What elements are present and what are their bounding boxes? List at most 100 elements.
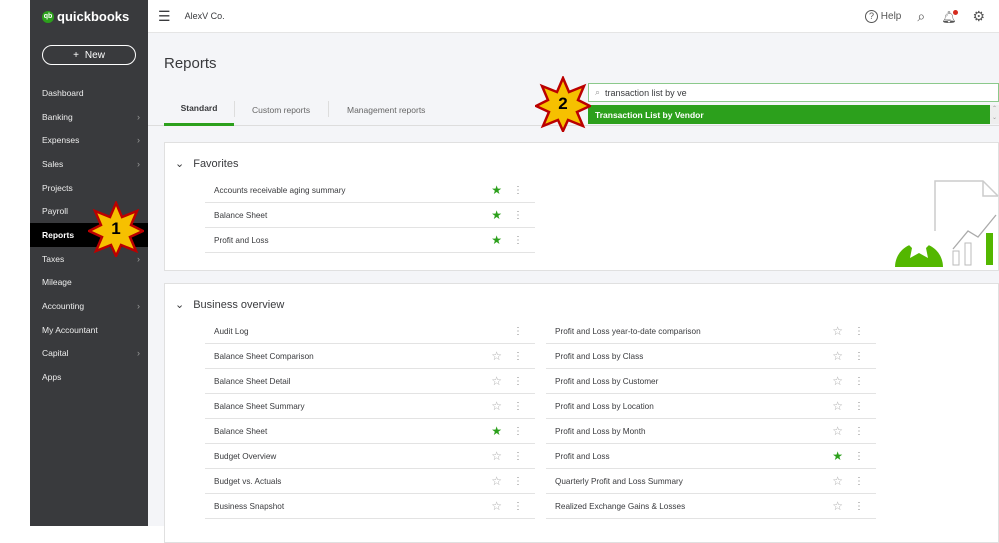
report-row[interactable]: Accounts receivable aging summary ★ ⋮ <box>205 178 535 203</box>
favorite-star-filled-icon[interactable]: ★ <box>832 449 843 463</box>
favorite-star-icon[interactable]: ☆ <box>832 499 843 513</box>
favorite-star-icon[interactable]: ☆ <box>491 449 502 463</box>
more-options-icon[interactable]: ⋮ <box>513 401 523 412</box>
more-options-icon[interactable]: ⋮ <box>513 351 523 362</box>
report-link[interactable]: Audit Log <box>214 327 249 336</box>
more-options-icon[interactable]: ⋮ <box>854 426 864 437</box>
report-link[interactable]: Balance Sheet Summary <box>214 402 305 411</box>
favorite-star-filled-icon[interactable]: ★ <box>491 208 502 222</box>
report-row[interactable]: Balance Sheet ★ ⋮ <box>205 203 535 228</box>
more-options-icon[interactable]: ⋮ <box>854 376 864 387</box>
search-icon[interactable]: ⌕ <box>917 8 925 25</box>
sidebar-item-accounting[interactable]: Accounting › <box>30 294 148 318</box>
report-link[interactable]: Quarterly Profit and Loss Summary <box>555 477 683 486</box>
favorite-star-icon[interactable]: ☆ <box>832 474 843 488</box>
report-link[interactable]: Profit and Loss by Month <box>555 427 646 436</box>
sidebar-item-projects[interactable]: Projects <box>30 176 148 200</box>
notification-bell-icon[interactable]: 🔔︎ <box>941 9 959 24</box>
report-link[interactable]: Budget vs. Actuals <box>214 477 281 486</box>
more-options-icon[interactable]: ⋮ <box>513 326 523 337</box>
favorite-star-icon[interactable]: ☆ <box>832 374 843 388</box>
report-link[interactable]: Profit and Loss year-to-date comparison <box>555 327 701 336</box>
more-options-icon[interactable]: ⋮ <box>854 326 864 337</box>
favorite-star-filled-icon[interactable]: ★ <box>491 183 502 197</box>
favorite-star-filled-icon[interactable]: ★ <box>491 233 502 247</box>
favorite-star-icon[interactable]: ☆ <box>832 349 843 363</box>
report-row[interactable]: Audit Log ⋮ <box>205 319 535 344</box>
report-link[interactable]: Budget Overview <box>214 452 276 461</box>
report-row[interactable]: Quarterly Profit and Loss Summary ☆ ⋮ <box>546 469 876 494</box>
report-row[interactable]: Budget Overview ☆ ⋮ <box>205 444 535 469</box>
report-row[interactable]: Balance Sheet Detail ☆ ⋮ <box>205 369 535 394</box>
favorite-star-icon[interactable]: ☆ <box>491 374 502 388</box>
report-link[interactable]: Business Snapshot <box>214 502 284 511</box>
search-suggestion[interactable]: Transaction List by Vendor <box>588 105 990 124</box>
more-options-icon[interactable]: ⋮ <box>854 351 864 362</box>
more-options-icon[interactable]: ⋮ <box>854 476 864 487</box>
tab-custom-reports[interactable]: Custom reports <box>252 93 310 126</box>
favorite-star-icon[interactable]: ☆ <box>832 424 843 438</box>
report-link[interactable]: Balance Sheet <box>214 427 267 436</box>
menu-icon[interactable]: ☰ <box>158 8 171 25</box>
favorite-star-icon[interactable]: ☆ <box>832 399 843 413</box>
favorite-star-icon[interactable]: ☆ <box>491 499 502 513</box>
report-row[interactable]: Profit and Loss by Class ☆ ⋮ <box>546 344 876 369</box>
report-link[interactable]: Accounts receivable aging summary <box>214 186 346 195</box>
tab-management-reports[interactable]: Management reports <box>347 93 425 126</box>
favorite-star-icon[interactable]: ☆ <box>491 474 502 488</box>
report-link[interactable]: Profit and Loss <box>214 236 269 245</box>
sidebar-item-expenses[interactable]: Expenses › <box>30 128 148 152</box>
more-options-icon[interactable]: ⋮ <box>513 426 523 437</box>
sidebar-item-banking[interactable]: Banking › <box>30 105 148 129</box>
report-row[interactable]: Profit and Loss year-to-date comparison ☆… <box>546 319 876 344</box>
report-link[interactable]: Realized Exchange Gains & Losses <box>555 502 685 511</box>
more-options-icon[interactable]: ⋮ <box>513 210 523 221</box>
more-options-icon[interactable]: ⋮ <box>513 185 523 196</box>
sidebar-item-capital[interactable]: Capital › <box>30 342 148 366</box>
new-button[interactable]: + New <box>42 45 136 65</box>
report-search-input[interactable]: ⌕ transaction list by ve <box>588 83 999 102</box>
favorite-star-icon[interactable]: ☆ <box>491 349 502 363</box>
report-link[interactable]: Balance Sheet Comparison <box>214 352 314 361</box>
more-options-icon[interactable]: ⋮ <box>513 501 523 512</box>
report-row[interactable]: Profit and Loss by Customer ☆ ⋮ <box>546 369 876 394</box>
report-link[interactable]: Profit and Loss <box>555 452 610 461</box>
report-link[interactable]: Profit and Loss by Customer <box>555 377 658 386</box>
report-row[interactable]: Budget vs. Actuals ☆ ⋮ <box>205 469 535 494</box>
chevron-down-icon[interactable]: ⌄ <box>175 298 184 311</box>
report-row[interactable]: Balance Sheet ★ ⋮ <box>205 419 535 444</box>
tab-standard[interactable]: Standard <box>164 93 234 126</box>
chevron-down-icon[interactable]: ⌄ <box>175 157 184 170</box>
favorite-star-icon[interactable]: ☆ <box>832 324 843 338</box>
report-link[interactable]: Balance Sheet <box>214 211 267 220</box>
report-link[interactable]: Balance Sheet Detail <box>214 377 290 386</box>
help-button[interactable]: ? Help <box>865 10 901 23</box>
report-row[interactable]: Business Snapshot ☆ ⋮ <box>205 494 535 519</box>
more-options-icon[interactable]: ⋮ <box>513 476 523 487</box>
suggestion-scrollbar[interactable]: ⌃ ⌄ <box>990 105 999 124</box>
more-options-icon[interactable]: ⋮ <box>854 401 864 412</box>
sidebar-item-apps[interactable]: Apps <box>30 365 148 389</box>
report-row[interactable]: Balance Sheet Comparison ☆ ⋮ <box>205 344 535 369</box>
report-row[interactable]: Profit and Loss by Location ☆ ⋮ <box>546 394 876 419</box>
more-options-icon[interactable]: ⋮ <box>513 235 523 246</box>
sidebar-item-sales[interactable]: Sales › <box>30 152 148 176</box>
sidebar-item-my-accountant[interactable]: My Accountant <box>30 318 148 342</box>
report-row[interactable]: Profit and Loss ★ ⋮ <box>546 444 876 469</box>
more-options-icon[interactable]: ⋮ <box>513 451 523 462</box>
report-row[interactable]: Profit and Loss by Month ☆ ⋮ <box>546 419 876 444</box>
favorite-star-filled-icon[interactable]: ★ <box>491 424 502 438</box>
report-row[interactable]: Profit and Loss ★ ⋮ <box>205 228 535 253</box>
report-row[interactable]: Realized Exchange Gains & Losses ☆ ⋮ <box>546 494 876 519</box>
favorite-star-icon[interactable]: ☆ <box>491 399 502 413</box>
more-options-icon[interactable]: ⋮ <box>854 451 864 462</box>
sidebar-item-dashboard[interactable]: Dashboard <box>30 81 148 105</box>
gear-icon[interactable]: ⚙ <box>972 8 985 25</box>
sidebar-item-mileage[interactable]: Mileage <box>30 271 148 295</box>
more-options-icon[interactable]: ⋮ <box>854 501 864 512</box>
report-row[interactable]: Balance Sheet Summary ☆ ⋮ <box>205 394 535 419</box>
report-link[interactable]: Profit and Loss by Class <box>555 352 643 361</box>
report-link[interactable]: Profit and Loss by Location <box>555 402 654 411</box>
more-options-icon[interactable]: ⋮ <box>513 376 523 387</box>
quickbooks-logo[interactable]: qb quickbooks <box>42 9 129 24</box>
